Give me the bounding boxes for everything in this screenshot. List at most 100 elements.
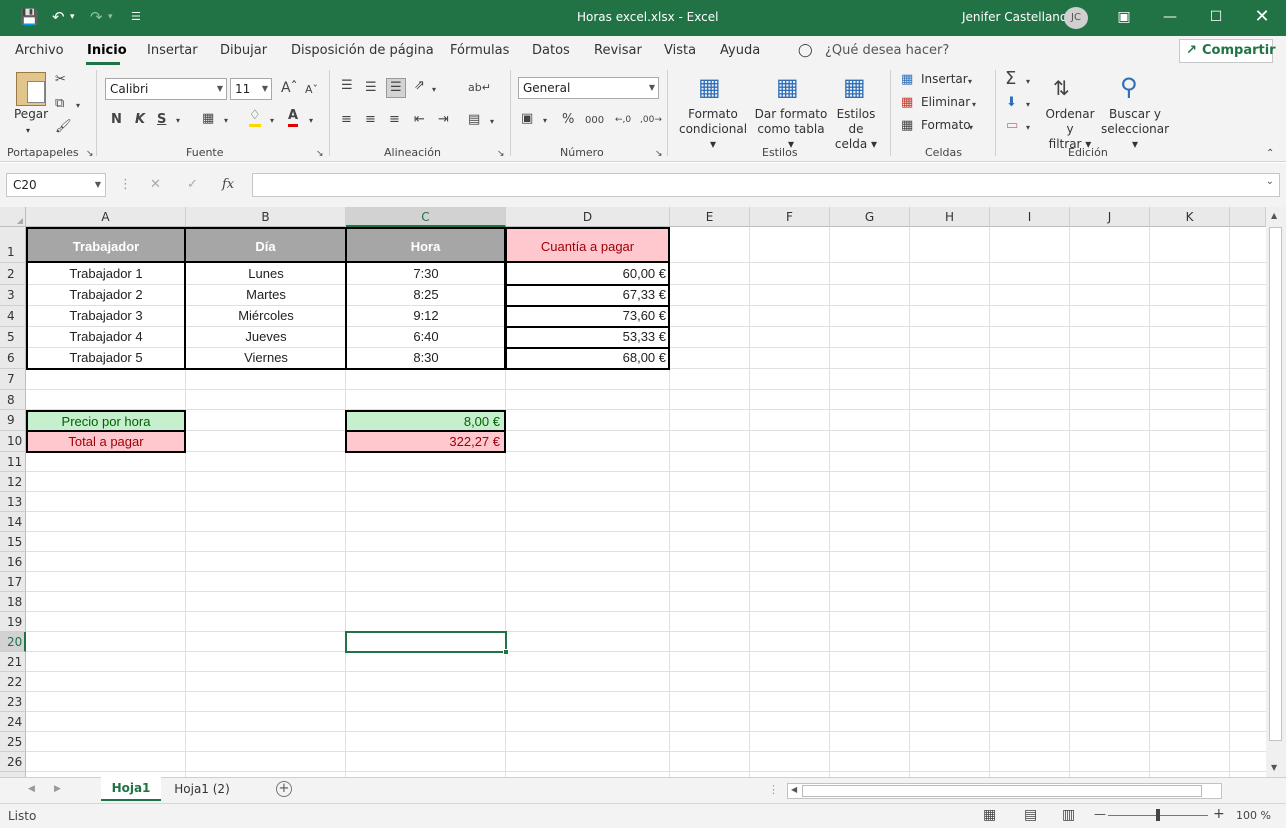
align-top-icon[interactable]: ☰ (341, 78, 353, 94)
row-header-1[interactable]: 1 (0, 227, 26, 263)
horizontal-scrollbar-thumb[interactable] (802, 785, 1202, 797)
merge-dropdown-icon[interactable]: ▾ (490, 114, 494, 130)
conditional-format-icon[interactable]: ▦ (698, 72, 721, 102)
accounting-dropdown-icon[interactable]: ▾ (543, 113, 547, 129)
percent-icon[interactable]: % (562, 112, 574, 128)
tab-scroll-right-icon[interactable]: ▶ (54, 784, 61, 794)
font-launcher-icon[interactable]: ↘ (316, 146, 324, 162)
tab-ayuda[interactable]: Ayuda (720, 43, 760, 58)
tab-inicio[interactable]: Inicio (87, 43, 127, 58)
scrollbar-thumb[interactable] (1269, 227, 1282, 741)
format-cells-icon[interactable]: ▦ (901, 118, 913, 134)
page-break-view-icon[interactable]: ▥ (1062, 807, 1075, 823)
fill-color-dropdown-icon[interactable]: ▾ (270, 113, 274, 129)
clear-icon[interactable]: ▭ (1006, 118, 1018, 134)
row-header-22[interactable]: 22 (0, 672, 26, 692)
column-header-i[interactable]: I (990, 207, 1070, 227)
header-cell-dia[interactable]: Día (184, 227, 347, 263)
scroll-down-icon[interactable]: ▼ (1271, 763, 1277, 772)
row-header-11[interactable]: 11 (0, 452, 26, 472)
table-cell[interactable]: Miércoles (186, 306, 346, 326)
row-header-6[interactable]: 6 (0, 348, 26, 369)
row-header-4[interactable]: 4 (0, 306, 26, 327)
zoom-slider-thumb[interactable] (1156, 809, 1160, 821)
total-value[interactable]: 322,27 € (345, 430, 506, 453)
expand-formula-icon[interactable]: ⌄ (1266, 176, 1274, 187)
table-cell[interactable]: Viernes (186, 348, 346, 368)
tab-scroll-left-icon[interactable]: ◀ (28, 784, 35, 794)
column-header-g[interactable]: G (830, 207, 910, 227)
cut-icon[interactable]: ✂ (55, 72, 66, 88)
row-header-16[interactable]: 16 (0, 552, 26, 572)
borders-icon[interactable]: ▦ (202, 111, 214, 127)
header-cell-hora[interactable]: Hora (345, 227, 506, 263)
copy-dropdown-icon[interactable]: ▾ (76, 98, 80, 114)
row-header-5[interactable]: 5 (0, 327, 26, 348)
align-middle-icon[interactable]: ☰ (365, 80, 377, 96)
row-header-12[interactable]: 12 (0, 472, 26, 492)
row-header-14[interactable]: 14 (0, 512, 26, 532)
cell-styles-button[interactable]: Estilos de celda ▾ (829, 107, 883, 152)
fill-icon[interactable]: ⬇ (1006, 95, 1017, 111)
close-button[interactable]: ✕ (1239, 0, 1285, 36)
conditional-format-button[interactable]: Formato condicional ▾ (677, 107, 749, 152)
paste-icon[interactable] (16, 72, 46, 106)
format-as-table-icon[interactable]: ▦ (776, 72, 799, 102)
tab-archivo[interactable]: Archivo (15, 43, 64, 58)
increase-indent-icon[interactable]: ⇥ (438, 112, 449, 128)
delete-cells-button[interactable]: Eliminar (921, 95, 970, 110)
autosum-dropdown-icon[interactable]: ▾ (1026, 74, 1030, 90)
underline-dropdown-icon[interactable]: ▾ (176, 113, 180, 129)
row-header-2[interactable]: 2 (0, 263, 26, 285)
maximize-button[interactable]: ☐ (1193, 0, 1239, 36)
format-cells-button[interactable]: Formato (921, 118, 971, 133)
sheet-tab-hoja1-2[interactable]: Hoja1 (2) (168, 777, 236, 801)
align-bottom-icon[interactable]: ☰ (386, 78, 406, 98)
row-header-19[interactable]: 19 (0, 612, 26, 632)
tab-disposicion[interactable]: Disposición de página (291, 43, 434, 58)
table-cell[interactable]: Trabajador 5 (26, 348, 186, 368)
alignment-launcher-icon[interactable]: ↘ (497, 146, 505, 162)
spreadsheet-grid[interactable]: ◢ A B C D E F G H I J K 1 2 3 4 5 6 7 8 … (0, 207, 1266, 777)
row-header-8[interactable]: 8 (0, 390, 26, 410)
select-all-corner[interactable]: ◢ (0, 207, 26, 227)
borders-dropdown-icon[interactable]: ▾ (224, 113, 228, 129)
vertical-scrollbar[interactable]: ▲ ▼ (1266, 207, 1286, 777)
column-header-h[interactable]: H (910, 207, 990, 227)
ribbon-display-icon[interactable]: ▣ (1101, 0, 1147, 36)
comma-style-icon[interactable]: 000 (585, 113, 604, 129)
shrink-font-icon[interactable]: Aˇ (305, 82, 318, 98)
sort-filter-icon[interactable]: ⇅ (1053, 74, 1070, 102)
merge-center-icon[interactable]: ▤ (468, 112, 480, 128)
paste-button[interactable]: Pegar (14, 107, 48, 122)
insert-cells-button[interactable]: Insertar (921, 72, 968, 87)
table-cell[interactable]: 73,60 € (506, 306, 670, 326)
align-left-icon[interactable]: ≡ (341, 112, 352, 128)
number-format-combo[interactable]: General ▼ (518, 77, 659, 99)
align-center-icon[interactable]: ≡ (365, 112, 376, 128)
bold-button[interactable]: N (111, 112, 122, 128)
format-dropdown-icon[interactable]: ▾ (969, 120, 973, 136)
orientation-icon[interactable]: ⇗ (414, 78, 425, 94)
row-header-17[interactable]: 17 (0, 572, 26, 592)
tab-revisar[interactable]: Revisar (594, 43, 642, 58)
column-header-c[interactable]: C (346, 207, 506, 227)
table-cell[interactable]: Trabajador 1 (26, 264, 186, 284)
underline-button[interactable]: S (157, 112, 166, 128)
delete-cells-icon[interactable]: ▦ (901, 95, 913, 111)
column-header-e[interactable]: E (670, 207, 750, 227)
row-header-23[interactable]: 23 (0, 692, 26, 712)
add-sheet-icon[interactable]: + (276, 781, 292, 797)
row-header-10[interactable]: 10 (0, 431, 26, 452)
zoom-out-icon[interactable]: — (1094, 807, 1106, 821)
selected-cell[interactable] (345, 631, 507, 653)
autosum-icon[interactable]: Σ (1005, 68, 1016, 90)
table-cell[interactable]: Trabajador 3 (26, 306, 186, 326)
table-cell[interactable]: 53,33 € (506, 327, 670, 347)
row-header-9[interactable]: 9 (0, 410, 26, 431)
table-cell[interactable]: 68,00 € (506, 348, 670, 368)
find-select-button[interactable]: Buscar y seleccionar ▾ (1099, 107, 1171, 152)
row-header-26[interactable]: 26 (0, 752, 26, 772)
normal-view-icon[interactable]: ▦ (983, 807, 996, 823)
price-per-hour-value[interactable]: 8,00 € (345, 410, 506, 432)
